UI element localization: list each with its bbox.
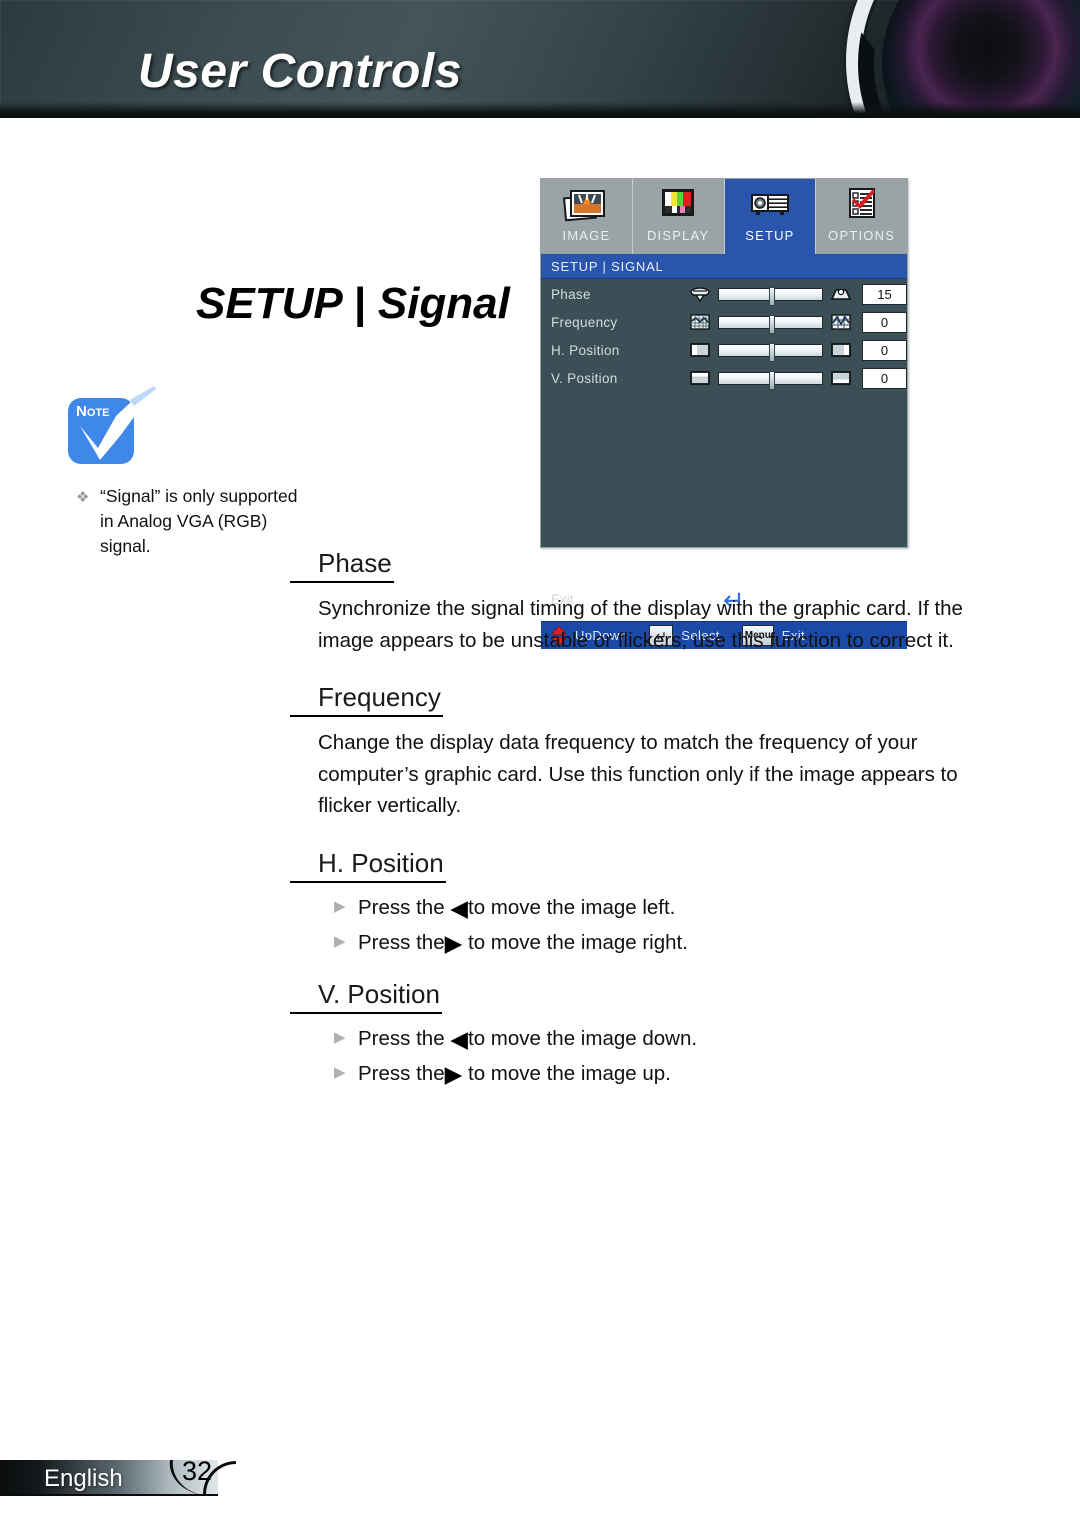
section-heading-phase: Phase xyxy=(290,548,394,583)
osd-tab-setup[interactable]: SETUP xyxy=(724,179,817,254)
page-number: 32 xyxy=(182,1456,213,1486)
right-arrow-icon: ▶ xyxy=(444,929,463,956)
osd-menu: IMAGE DISPLAY SETUP OPTIONS SETUP | SIGN… xyxy=(540,178,908,649)
osd-tab-label: DISPLAY xyxy=(646,228,710,243)
slider-thumb[interactable] xyxy=(768,314,775,334)
bullet-list-h-position: ▶ Press the ◀to move the image left. ▶ Pre… xyxy=(334,893,1005,957)
left-arrow-icon: ◀ xyxy=(450,894,468,921)
osd-value-phase[interactable]: 15 xyxy=(862,283,907,305)
osd-slider-phase[interactable] xyxy=(718,286,824,306)
bullet-triangle-icon: ▶ xyxy=(334,932,346,950)
osd-tab-bar: IMAGE DISPLAY SETUP OPTIONS xyxy=(541,179,907,254)
page-header-banner: User Controls xyxy=(0,0,1080,118)
v-position-top-icon xyxy=(690,371,711,385)
right-arrow-icon: ▶ xyxy=(444,1061,463,1088)
v-position-bottom-icon xyxy=(831,371,851,385)
osd-titlebar: SETUP | SIGNAL xyxy=(541,254,907,279)
list-item: ▶ Press the ◀to move the image down. xyxy=(334,1024,1005,1053)
section-heading-h-position: H. Position xyxy=(290,848,446,883)
section-heading-v-position: V. Position xyxy=(290,979,442,1015)
osd-row-frequency[interactable]: Frequency 0 xyxy=(541,309,907,335)
osd-value-frequency[interactable]: 0 xyxy=(862,311,907,333)
note-text-block: ❖ “Signal” is only supported in Analog V… xyxy=(68,484,308,559)
list-item: ▶ Press the▶ to move the image right. xyxy=(334,928,1005,957)
slider-thumb[interactable] xyxy=(768,286,775,306)
checkmark-icon xyxy=(80,386,156,460)
bullet-text-pre: Press the xyxy=(358,895,451,919)
bullet-text-post: to move the image up. xyxy=(462,1062,671,1086)
osd-row-phase[interactable]: Phase 15 xyxy=(541,281,907,307)
bullet-list-v-position: ▶ Press the ◀to move the image down. ▶ Pre… xyxy=(334,1024,1005,1088)
osd-row-v-position[interactable]: V. Position 0 xyxy=(541,365,907,391)
osd-tab-label: SETUP xyxy=(745,228,795,243)
color-bars-icon xyxy=(662,189,695,216)
bullet-triangle-icon: ▶ xyxy=(334,897,346,915)
section-body-phase: Synchronize the signal timing of the dis… xyxy=(318,597,963,652)
projector-icon xyxy=(750,194,789,215)
osd-slider-h-position[interactable] xyxy=(718,342,824,362)
list-item: ▶ Press the ◀to move the image left. xyxy=(334,893,1005,922)
page-footer: English 32 xyxy=(0,1456,260,1498)
section-v-position: V. Position xyxy=(290,979,1005,1015)
osd-value-v-position[interactable]: 0 xyxy=(862,367,907,389)
osd-slider-v-position[interactable] xyxy=(718,370,824,390)
bullet-text-pre: Press the xyxy=(358,1062,445,1086)
osd-row-label: Frequency xyxy=(551,314,618,330)
note-block: NOTE ❖ “Signal” is only supported in Ana… xyxy=(68,386,308,559)
checklist-icon xyxy=(848,188,875,218)
bullet-text-pre: Press the xyxy=(358,930,445,954)
page-title-banner: User Controls xyxy=(138,45,462,98)
section-body-frequency: Change the display data frequency to mat… xyxy=(318,731,958,818)
osd-tab-display[interactable]: DISPLAY xyxy=(632,179,725,254)
osd-tab-label: IMAGE xyxy=(562,228,611,243)
section-heading-frequency: Frequency xyxy=(290,682,443,718)
section-title: SETUP | Signal xyxy=(196,279,510,328)
bullet-triangle-icon: ▶ xyxy=(334,1064,346,1082)
note-icon: NOTE xyxy=(68,386,156,464)
h-position-left-icon xyxy=(690,343,711,357)
bullet-triangle-icon: ▶ xyxy=(334,1029,346,1047)
note-bullet-icon: ❖ xyxy=(76,489,90,506)
slider-thumb[interactable] xyxy=(768,342,775,362)
left-arrow-icon: ◀ xyxy=(450,1026,468,1053)
osd-value-h-position[interactable]: 0 xyxy=(862,339,907,361)
slider-thumb[interactable] xyxy=(768,370,775,390)
osd-slider-frequency[interactable] xyxy=(718,314,824,334)
section-h-position: H. Position xyxy=(290,848,1005,883)
bullet-text-post: to move the image down. xyxy=(468,1027,698,1051)
bullet-text-post: to move the image right. xyxy=(462,930,688,954)
frequency-fine-icon xyxy=(690,314,710,330)
osd-tab-label: OPTIONS xyxy=(828,228,896,243)
osd-tab-image[interactable]: IMAGE xyxy=(541,179,633,254)
phase-wide-icon xyxy=(830,288,852,300)
osd-row-label: V. Position xyxy=(551,370,618,386)
osd-tab-options[interactable]: OPTIONS xyxy=(816,179,907,254)
section-phase: Phase xyxy=(290,548,1005,583)
osd-row-label: Phase xyxy=(551,286,591,302)
frequency-coarse-icon xyxy=(831,314,851,330)
section-frequency: Frequency xyxy=(290,682,1005,718)
osd-row-label: H. Position xyxy=(551,342,620,358)
footer-language-label: English xyxy=(44,1465,123,1492)
bullet-text-pre: Press the xyxy=(358,1027,451,1051)
osd-row-h-position[interactable]: H. Position 0 xyxy=(541,337,907,363)
list-item: ▶ Press the▶ to move the image up. xyxy=(334,1059,1005,1088)
main-content: Phase Synchronize the signal timing of t… xyxy=(290,548,1005,1110)
image-photo-icon xyxy=(563,190,606,222)
h-position-right-icon xyxy=(831,343,851,357)
note-text: “Signal” is only supported in Analog VGA… xyxy=(100,486,298,556)
phase-narrow-icon xyxy=(690,287,711,302)
bullet-text-post: to move the image left. xyxy=(468,895,676,919)
